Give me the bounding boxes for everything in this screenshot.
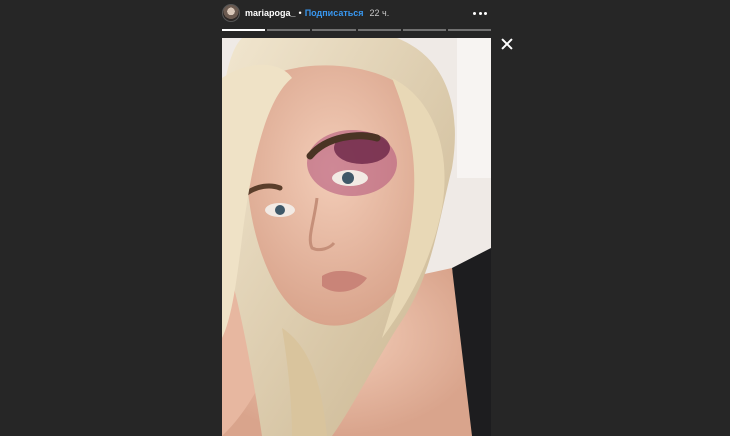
progress-segment: [267, 29, 311, 31]
close-icon[interactable]: [499, 36, 515, 52]
username[interactable]: mariapoga_: [245, 8, 296, 18]
follow-button[interactable]: Подписаться: [305, 8, 364, 18]
story-progress-bar: [222, 29, 492, 31]
more-options-icon[interactable]: [473, 8, 487, 18]
time-ago: 22 ч.: [369, 8, 390, 18]
story-photo: [222, 38, 491, 436]
progress-segment: [357, 29, 401, 31]
story-image[interactable]: [222, 38, 491, 436]
separator-dot: •: [298, 8, 302, 18]
progress-segment: [447, 29, 492, 31]
progress-segment: [402, 29, 446, 31]
progress-segment: [312, 29, 356, 31]
avatar[interactable]: [222, 4, 240, 22]
story-header: mariapoga_ • Подписаться 22 ч.: [222, 2, 491, 24]
progress-segment: [222, 29, 266, 31]
